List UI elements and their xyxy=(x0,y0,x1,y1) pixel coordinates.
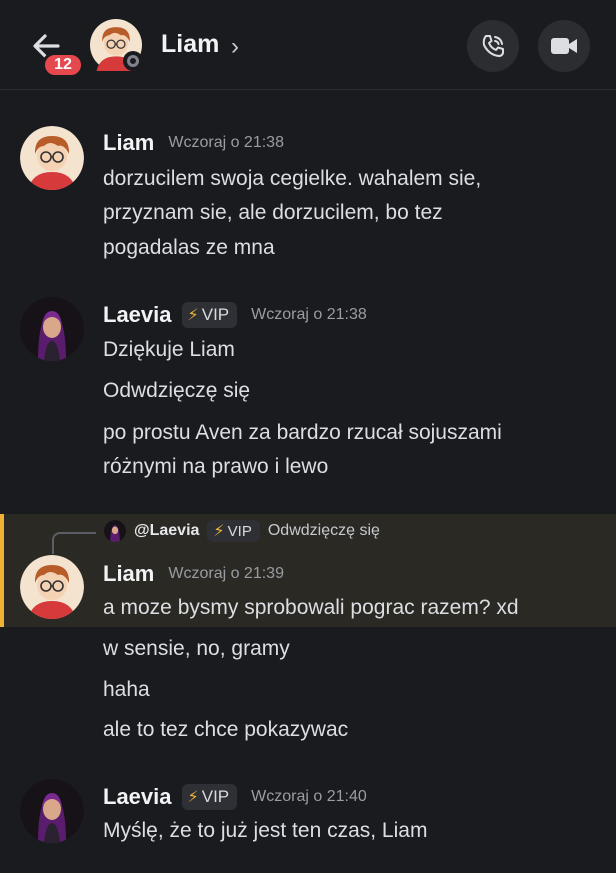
message-text: przyznam sie, ale dorzucilem, bo tez xyxy=(103,201,443,224)
avatar[interactable] xyxy=(20,126,84,190)
message-text: po prostu Aven za bardzo rzucał sojuszam… xyxy=(103,421,502,444)
message-header: Laevia ⚡ VIP Wczoraj o 21:40 xyxy=(103,784,367,810)
message-text: a moze bysmy sprobowali pograc razem? xd xyxy=(103,596,519,619)
message-text: haha xyxy=(103,678,150,701)
voice-call-button[interactable] xyxy=(467,20,519,72)
message-text: dorzucilem swoja cegielke. wahalem sie, xyxy=(103,167,482,190)
message-timestamp: Wczoraj o 21:39 xyxy=(168,565,284,582)
status-indicator xyxy=(123,51,143,71)
reply-connector xyxy=(52,532,96,554)
author-name[interactable]: Laevia xyxy=(103,784,172,810)
message-text: ale to tez chce pokazywac xyxy=(103,718,349,741)
reply-reference[interactable]: @Laevia ⚡ VIP Odwdzięczę się xyxy=(104,518,380,544)
author-name[interactable]: Liam xyxy=(103,561,154,587)
avatar[interactable] xyxy=(20,779,84,843)
chevron-right-icon[interactable]: › xyxy=(231,33,239,61)
message-header: Laevia ⚡ VIP Wczoraj o 21:38 xyxy=(103,302,367,328)
message-header: Liam Wczoraj o 21:39 xyxy=(103,561,284,587)
message-text: Dziękuje Liam xyxy=(103,338,235,361)
vip-badge-label: VIP xyxy=(201,305,230,324)
author-name[interactable]: Laevia xyxy=(103,302,172,328)
vip-badge[interactable]: ⚡ VIP xyxy=(181,784,238,810)
lightning-bolt-icon: ⚡ xyxy=(187,789,199,806)
reply-author: @Laevia xyxy=(134,522,200,539)
vip-badge-label: VIP xyxy=(201,787,230,806)
message-header: Liam Wczoraj o 21:38 xyxy=(103,130,284,156)
message-text: Odwdzięczę się xyxy=(103,379,251,402)
message-timestamp: Wczoraj o 21:40 xyxy=(251,788,367,805)
video-call-button[interactable] xyxy=(538,20,590,72)
message-text: Myślę, że to już jest ten czas, Liam xyxy=(103,819,428,842)
message-text: pogadalas ze mna xyxy=(103,236,275,259)
avatar xyxy=(104,520,126,542)
message-text: w sensie, no, gramy xyxy=(103,637,290,660)
vip-badge[interactable]: ⚡ VIP xyxy=(181,302,238,328)
avatar[interactable] xyxy=(20,555,84,619)
vip-badge: ⚡ VIP xyxy=(207,520,260,542)
reply-preview: Odwdzięczę się xyxy=(267,522,380,539)
author-name[interactable]: Liam xyxy=(103,130,154,156)
unread-count-badge: 12 xyxy=(42,52,84,78)
lightning-bolt-icon: ⚡ xyxy=(187,307,199,324)
lightning-bolt-icon: ⚡ xyxy=(213,523,225,540)
message-text: różnymi na prawo i lewo xyxy=(103,455,329,478)
vip-badge-label: VIP xyxy=(227,522,252,540)
video-camera-icon xyxy=(551,38,577,54)
phone-call-icon xyxy=(482,35,504,57)
avatar[interactable] xyxy=(20,297,84,361)
chat-header: 12 Liam › xyxy=(0,0,616,90)
message-timestamp: Wczoraj o 21:38 xyxy=(251,306,367,323)
message-timestamp: Wczoraj o 21:38 xyxy=(168,134,284,151)
header-title[interactable]: Liam xyxy=(161,30,219,59)
